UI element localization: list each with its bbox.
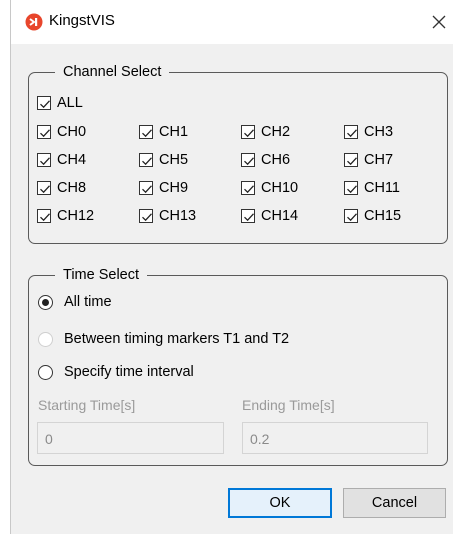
checkbox-box [139, 181, 153, 195]
checkbox-ch2[interactable]: CH2 [241, 122, 290, 142]
checkbox-box [139, 153, 153, 167]
checkmark-icon [347, 213, 357, 222]
checkmark-icon [347, 157, 357, 166]
checkmark-icon [244, 213, 254, 222]
checkmark-icon [142, 129, 152, 138]
checkbox-label: CH8 [57, 180, 87, 196]
radio-label: All time [64, 294, 112, 310]
checkmark-icon [347, 129, 357, 138]
checkbox-box [241, 181, 255, 195]
checkbox-label: CH1 [159, 124, 189, 140]
checkmark-icon [142, 213, 152, 222]
checkbox-box [344, 153, 358, 167]
checkbox-ch10[interactable]: CH10 [241, 178, 298, 198]
checkbox-ch12[interactable]: CH12 [37, 206, 94, 226]
checkbox-label: CH3 [364, 124, 394, 140]
checkbox-box [37, 125, 51, 139]
checkbox-ch1[interactable]: CH1 [139, 122, 188, 142]
checkmark-icon [244, 185, 254, 194]
checkbox-ch14[interactable]: CH14 [241, 206, 298, 226]
checkmark-icon [40, 213, 50, 222]
checkbox-label: CH11 [364, 180, 400, 196]
checkbox-ch9[interactable]: CH9 [139, 178, 188, 198]
starting-time-label: Starting Time[s] [38, 397, 136, 413]
radio-circle [38, 364, 53, 380]
checkbox-ch7[interactable]: CH7 [344, 150, 393, 170]
checkbox-label: ALL [57, 95, 83, 111]
checkbox-ch8[interactable]: CH8 [37, 178, 86, 198]
checkmark-icon [142, 157, 152, 166]
close-icon [432, 15, 446, 29]
checkbox-box [37, 96, 51, 110]
checkbox-label: CH12 [57, 208, 95, 224]
checkbox-box [139, 209, 153, 223]
checkbox-ch15[interactable]: CH15 [344, 206, 401, 226]
checkbox-box [344, 209, 358, 223]
radio-specify-interval[interactable]: Specify time interval [38, 362, 194, 382]
radio-circle [38, 294, 53, 310]
checkmark-icon [347, 185, 357, 194]
checkbox-box [139, 125, 153, 139]
checkbox-label: CH6 [261, 152, 291, 168]
checkbox-ch4[interactable]: CH4 [37, 150, 86, 170]
checkbox-label: CH4 [57, 152, 87, 168]
checkmark-icon [244, 129, 254, 138]
checkbox-label: CH13 [159, 208, 197, 224]
checkbox-label: CH9 [159, 180, 189, 196]
checkbox-ch0[interactable]: CH0 [37, 122, 86, 142]
checkbox-label: CH10 [261, 180, 299, 196]
checkbox-ch6[interactable]: CH6 [241, 150, 290, 170]
kingstvis-logo-icon [25, 13, 43, 31]
checkbox-box [37, 153, 51, 167]
checkmark-icon [40, 100, 50, 109]
ending-time-label: Ending Time[s] [242, 397, 335, 413]
checkmark-icon [142, 185, 152, 194]
checkmark-icon [244, 157, 254, 166]
checkbox-label: CH14 [261, 208, 299, 224]
radio-between-markers[interactable]: Between timing markers T1 and T2 [38, 329, 289, 349]
radio-circle [38, 331, 53, 347]
checkbox-all[interactable]: ALL [37, 93, 83, 113]
radio-label: Between timing markers T1 and T2 [64, 331, 290, 347]
checkbox-box [37, 209, 51, 223]
checkbox-box [241, 209, 255, 223]
checkbox-box [344, 125, 358, 139]
checkmark-icon [40, 185, 50, 194]
checkmark-icon [40, 129, 50, 138]
checkbox-ch3[interactable]: CH3 [344, 122, 393, 142]
checkbox-label: CH15 [364, 208, 402, 224]
checkbox-box [37, 181, 51, 195]
window-title: KingstVIS [49, 12, 115, 29]
checkbox-ch5[interactable]: CH5 [139, 150, 188, 170]
checkbox-label: CH2 [261, 124, 291, 140]
checkbox-box [241, 153, 255, 167]
checkbox-label: CH7 [364, 152, 394, 168]
ending-time-input[interactable]: 0.2 [242, 422, 428, 454]
time-select-legend: Time Select [55, 265, 148, 285]
channel-select-legend: Channel Select [55, 62, 170, 82]
title-bar: KingstVIS [11, 0, 453, 44]
checkbox-ch13[interactable]: CH13 [139, 206, 196, 226]
checkbox-label: CH0 [57, 124, 87, 140]
export-dialog: KingstVIS Channel Select ALL CH0 CH1 CH2 CH… [10, 0, 453, 534]
ok-button[interactable]: OK [228, 488, 332, 518]
checkbox-label: CH5 [159, 152, 189, 168]
checkbox-ch11[interactable]: CH11 [344, 178, 400, 198]
checkbox-box [241, 125, 255, 139]
checkmark-icon [40, 157, 50, 166]
radio-all-time[interactable]: All time [38, 292, 112, 312]
close-button[interactable] [424, 0, 453, 44]
radio-label: Specify time interval [64, 364, 194, 380]
starting-time-input[interactable]: 0 [37, 422, 224, 454]
cancel-button[interactable]: Cancel [343, 488, 446, 518]
checkbox-box [344, 181, 358, 195]
